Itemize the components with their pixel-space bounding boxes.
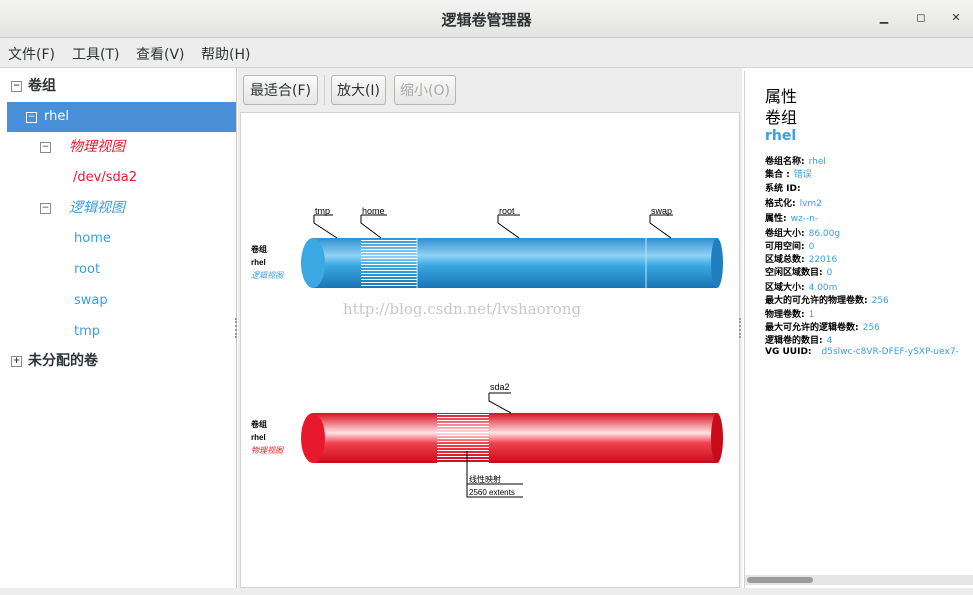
tree-item-lv-root[interactable]: root (7, 255, 236, 285)
volume-tree: − 卷组 − rhel − 物理视图 /dev/sda2 − 逻辑视图 home… (7, 68, 237, 588)
window-bottom-edge (0, 588, 973, 595)
prop-free-extents: 空闲区域数目: 0 (765, 268, 833, 278)
collapse-icon[interactable]: − (40, 142, 51, 153)
logical-callout-lines (313, 214, 673, 239)
prop-vg-uuid: VG UUID: d5slwc-c8VR-DFEF-ySXP-uex7- (765, 347, 959, 357)
volume-diagram-canvas: tmp home root swap 卷组 rhel 逻辑视图 http://b… (240, 112, 740, 588)
prop-attributes: 属性: wz--n- (765, 214, 819, 224)
prop-vg-size: 卷组大小: 86.00g (765, 229, 841, 239)
properties-panel: 属性 卷组 rhel 卷组名称: rhel 集合 : 错误 系统 ID: 格式化: l… (744, 71, 973, 588)
tree-label: 逻辑视图 (69, 200, 125, 216)
tree-label: home (74, 231, 111, 246)
pane-resize-handle[interactable] (739, 318, 743, 338)
prop-extent-size: 区域大小: 4.00m (765, 283, 838, 293)
minimize-icon[interactable]: ▁ (876, 10, 892, 26)
window-title: 逻辑卷管理器 (441, 11, 532, 29)
prop-free-space: 可用空间: 0 (765, 242, 815, 252)
zoom-out-button[interactable]: 缩小(O) (394, 75, 456, 105)
mapping-label: 线性映射 (469, 474, 501, 484)
collapse-icon[interactable]: − (40, 203, 51, 214)
expand-icon[interactable]: + (11, 356, 22, 367)
lv-label-swap: swap (651, 206, 672, 216)
tree-label: swap (74, 293, 108, 308)
prop-clustered: 集合 : 错误 (765, 170, 812, 180)
tree-item-lv-home[interactable]: home (7, 224, 236, 254)
logical-volume-cylinder[interactable] (301, 238, 723, 288)
prop-max-lv: 最大可允许的逻辑卷数: 256 (765, 323, 880, 333)
prop-max-pv: 最大的可允许的物理卷数: 256 (765, 296, 889, 306)
extents-label: 2560 extents (469, 488, 515, 497)
scrollbar-thumb[interactable] (747, 577, 813, 583)
watermark-text: http://blog.csdn.net/lvshaorong (343, 300, 581, 318)
tree-label: 物理视图 (69, 139, 125, 155)
fit-button[interactable]: 最适合(F) (243, 75, 318, 105)
menu-bar: 文件(F) 工具(T) 查看(V) 帮助(H) (0, 38, 973, 68)
menu-file[interactable]: 文件(F) (8, 44, 55, 64)
tree-item-lv-swap[interactable]: swap (7, 286, 236, 316)
title-bar: 逻辑卷管理器 ▁ ◻ ✕ (0, 0, 973, 38)
horizontal-scrollbar[interactable] (745, 575, 973, 585)
physical-caption-group: 卷组 (250, 419, 267, 429)
lv-label-home: home (362, 206, 385, 216)
menu-help[interactable]: 帮助(H) (201, 44, 250, 64)
menu-tools[interactable]: 工具(T) (72, 44, 119, 64)
tree-item-logical-view[interactable]: − 逻辑视图 (7, 193, 236, 223)
logical-caption-view: 逻辑视图 (251, 271, 284, 280)
logical-caption-group: 卷组 (250, 244, 267, 254)
maximize-icon[interactable]: ◻ (913, 10, 929, 26)
prop-format: 格式化: lvm2 (765, 199, 822, 209)
tree-label: /dev/sda2 (73, 170, 137, 185)
tree-item-vg-rhel[interactable]: − rhel (7, 102, 236, 132)
lv-label-tmp: tmp (315, 206, 330, 216)
tree-label: 卷组 (28, 78, 56, 94)
properties-name: rhel (765, 128, 797, 144)
prop-pv-count: 物理卷数: 1 (765, 310, 815, 320)
physical-volume-cylinder[interactable] (301, 413, 723, 463)
physical-caption-vg: rhel (251, 433, 266, 442)
prop-lv-count: 逻辑卷的数目: 4 (765, 336, 833, 346)
tree-label: tmp (74, 324, 101, 339)
prop-system-id: 系统 ID: (765, 184, 801, 194)
close-icon[interactable]: ✕ (948, 10, 964, 26)
properties-subheading: 卷组 (765, 108, 798, 127)
prop-vg-name: 卷组名称: rhel (765, 157, 826, 167)
tree-item-unallocated[interactable]: + 未分配的卷 (7, 346, 236, 376)
tree-label: root (74, 262, 101, 277)
lv-label-root: root (499, 206, 515, 216)
pv-label-sda2: sda2 (490, 382, 510, 392)
menu-view[interactable]: 查看(V) (136, 44, 185, 64)
tree-item-pv-sda2[interactable]: /dev/sda2 (7, 163, 236, 193)
collapse-icon[interactable]: − (11, 81, 22, 92)
tree-label: rhel (44, 109, 69, 124)
zoom-in-button[interactable]: 放大(I) (331, 75, 386, 105)
logical-caption-vg: rhel (251, 258, 266, 267)
tree-item-physical-view[interactable]: − 物理视图 (7, 132, 236, 162)
volume-diagram: tmp home root swap 卷组 rhel 逻辑视图 http://b… (250, 206, 723, 498)
physical-caption-view: 物理视图 (251, 446, 284, 455)
prop-total-extents: 区域总数: 22016 (765, 255, 838, 265)
collapse-icon[interactable]: − (26, 112, 37, 123)
tree-label: 未分配的卷 (28, 353, 98, 369)
tree-item-lv-tmp[interactable]: tmp (7, 317, 236, 347)
toolbar-separator (324, 75, 325, 105)
tree-item-volume-groups[interactable]: − 卷组 (7, 71, 236, 101)
